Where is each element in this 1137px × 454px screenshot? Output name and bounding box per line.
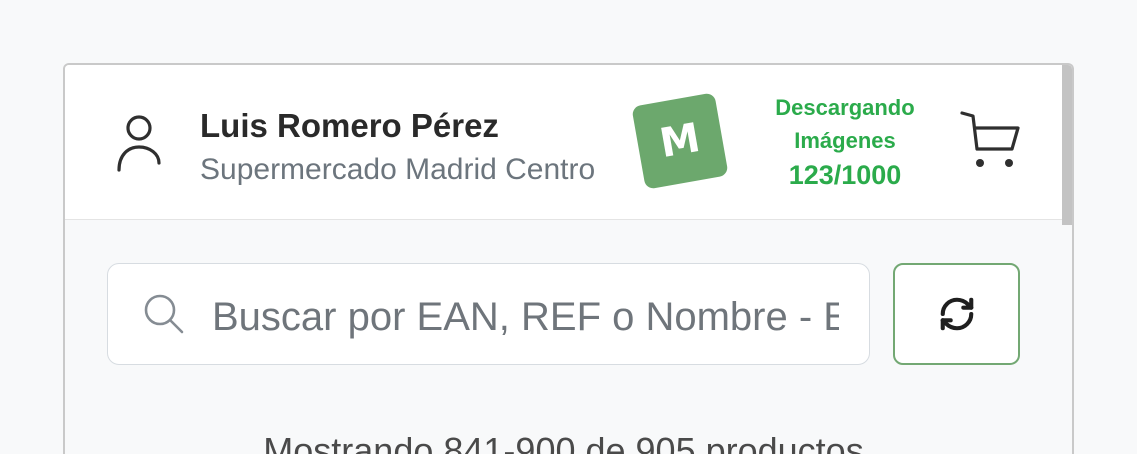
download-progress: 123/1000 (788, 160, 902, 190)
search-input[interactable] (108, 264, 869, 364)
results-summary: Mostrando 841-900 de 905 productos (263, 433, 864, 454)
scrollbar-thumb[interactable] (1062, 65, 1072, 225)
download-status: Descargando Imágenes 123/1000 (760, 91, 930, 193)
download-status-line1: Descargando (775, 95, 915, 120)
person-icon (117, 115, 161, 172)
cart-icon-basket (960, 111, 1020, 151)
person-icon-head (126, 115, 152, 141)
cart-icon (960, 111, 1020, 167)
person-icon-body (117, 145, 161, 172)
brand-logo-letter: M (656, 114, 704, 168)
brand-logo: M (631, 92, 729, 190)
refresh-button[interactable] (893, 263, 1020, 365)
cart-icon-wheel-left (976, 159, 984, 167)
user-avatar (113, 112, 165, 174)
scrollbar-track[interactable] (1062, 65, 1072, 454)
app-panel: Luis Romero Pérez Supermercado Madrid Ce… (63, 63, 1074, 454)
app-header: Luis Romero Pérez Supermercado Madrid Ce… (65, 65, 1072, 220)
search-box[interactable] (107, 263, 870, 365)
user-name: Luis Romero Pérez (200, 107, 499, 144)
cart-icon-wheel-right (1005, 159, 1013, 167)
cart-button[interactable] (958, 108, 1022, 172)
download-status-line2: Imágenes (794, 128, 896, 153)
store-name: Supermercado Madrid Centro (200, 153, 596, 186)
refresh-icon (940, 297, 973, 331)
